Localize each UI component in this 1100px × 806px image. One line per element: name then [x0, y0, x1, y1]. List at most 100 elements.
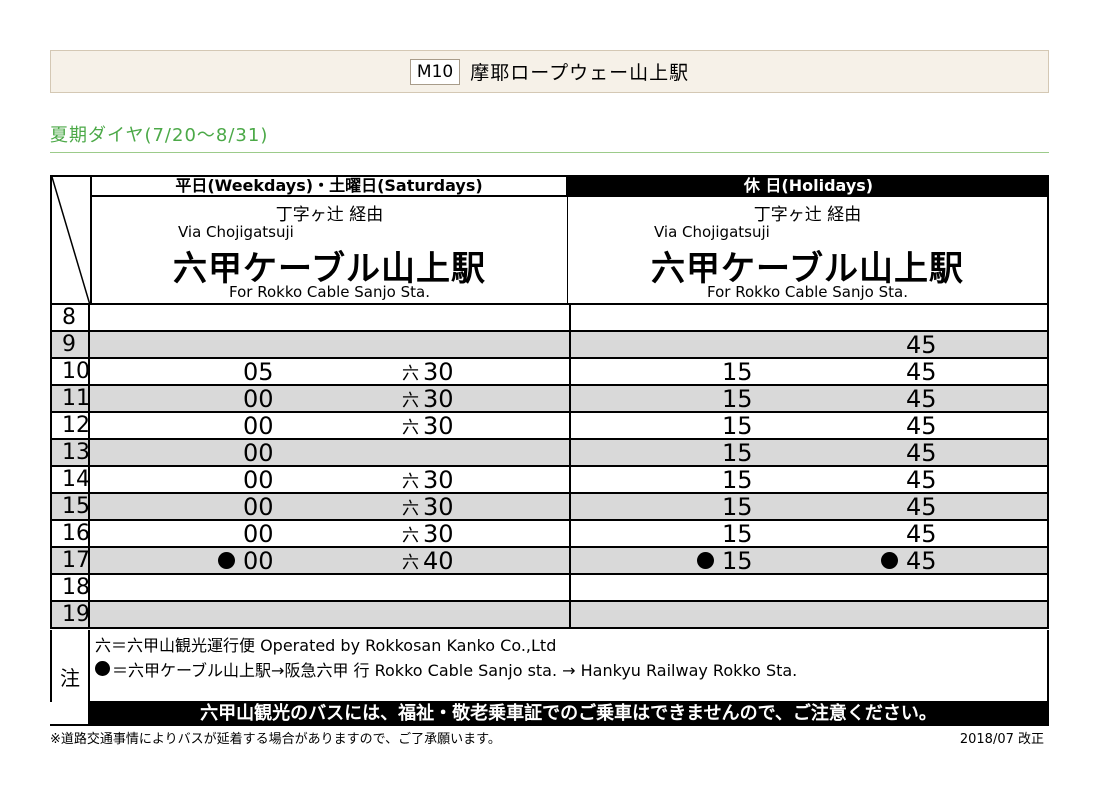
departure-minute: 45: [906, 520, 937, 548]
destination-en: For Rokko Cable Sanjo Sta.: [707, 283, 908, 301]
hour-rows: 8 9 45 10 05 六 30 15 45 11 00 六 30 15 45 12 00 六 30 15 45 13 0…: [50, 305, 1049, 629]
via-jp: 丁字ヶ辻 経由: [753, 205, 862, 225]
dot-icon: [881, 552, 898, 569]
departure-cell: 六 30: [402, 385, 454, 413]
column-divider: [569, 548, 571, 573]
departure-cell: 六 30: [402, 493, 454, 521]
dot-icon: [218, 552, 235, 569]
departure-minute: 30: [423, 520, 454, 548]
departure-cell: 05: [243, 358, 274, 386]
departure-minute: 15: [722, 493, 753, 521]
via-en: Via Chojigatsuji: [178, 223, 294, 241]
departure-minute: 15: [722, 547, 753, 575]
column-divider: [569, 359, 571, 384]
season-title: 夏期ダイヤ(7/20～8/31): [50, 125, 269, 146]
departure-minute: 00: [243, 493, 274, 521]
route-code-badge: M10: [409, 58, 461, 85]
destination-en: For Rokko Cable Sanjo Sta.: [229, 283, 430, 301]
notes-label: 注: [52, 630, 90, 726]
column-divider: [569, 467, 571, 492]
departure-minute: 15: [722, 466, 753, 494]
hour-cell: 8: [52, 305, 90, 330]
departure-minute: 15: [722, 358, 753, 386]
table-row: 16 00 六 30 15 45: [50, 521, 1049, 548]
table-row: 15 00 六 30 15 45: [50, 494, 1049, 521]
departure-cell: 15: [722, 386, 753, 412]
hour-cell: 18: [52, 575, 90, 600]
departure-minute: 15: [722, 412, 753, 440]
warning-banner: 六甲山観光のバスには、福祉・敬老乗車証でのご乗車はできませんので、ご注意ください…: [90, 701, 1049, 726]
rokko-kanko-mark: 六: [402, 391, 419, 411]
dot-icon: [95, 661, 110, 676]
rokko-kanko-mark: 六: [402, 553, 419, 573]
departure-minute: 45: [906, 331, 937, 359]
table-row: 11 00 六 30 15 45: [50, 386, 1049, 413]
departure-cell: 00: [243, 466, 274, 494]
hour-cell: 10: [52, 359, 90, 384]
departure-minute: 00: [243, 547, 274, 575]
footnote: ※道路交通事情によりバスが延着する場合がありますので、ご了承願います。: [50, 732, 501, 747]
departure-minute: 30: [423, 466, 454, 494]
departure-cell: 45: [906, 467, 937, 493]
departure-minute: 45: [906, 439, 937, 467]
table-row: 18: [50, 575, 1049, 602]
departure-minute: 30: [423, 358, 454, 386]
timetable: 平日(Weekdays)・土曜日(Saturdays) 休 日(Holidays…: [50, 175, 1049, 726]
departure-minute: 05: [243, 358, 274, 386]
hour-cell: 9: [52, 332, 90, 357]
season-divider: [50, 152, 1049, 153]
column-divider: [569, 305, 571, 330]
departure-cell: 六 30: [402, 520, 454, 548]
column-divider: [569, 440, 571, 465]
departure-minute: 00: [243, 439, 274, 467]
weekday-column-header: 平日(Weekdays)・土曜日(Saturdays): [90, 175, 568, 197]
rokko-kanko-mark: 六: [402, 364, 419, 384]
station-name: 摩耶ロープウェー山上駅: [470, 62, 690, 84]
departure-cell: 00: [218, 547, 274, 575]
table-row: 14 00 六 30 15 45: [50, 467, 1049, 494]
departure-minute: 40: [423, 547, 454, 575]
rokko-kanko-mark: 六: [402, 526, 419, 546]
column-divider: [569, 494, 571, 519]
departure-cell: 45: [906, 359, 937, 385]
departure-cell: 45: [906, 331, 937, 359]
holiday-destination: 丁字ヶ辻 経由 Via Chojigatsuji 六甲ケーブル山上駅 For R…: [568, 197, 1049, 305]
departure-minute: 30: [423, 385, 454, 413]
table-row: 12 00 六 30 15 45: [50, 413, 1049, 440]
departure-minute: 15: [722, 439, 753, 467]
departure-minute: 00: [243, 385, 274, 413]
departure-cell: 00: [243, 412, 274, 440]
departure-minute: 45: [906, 385, 937, 413]
via-jp: 丁字ヶ辻 経由: [275, 205, 384, 225]
table-row: 8: [50, 305, 1049, 332]
corner-diagonal: [51, 176, 91, 306]
hour-cell: 14: [52, 467, 90, 492]
departure-minute: 00: [243, 466, 274, 494]
departure-minute: 30: [423, 493, 454, 521]
departure-cell: 15: [722, 358, 753, 386]
departure-cell: 15: [697, 547, 753, 575]
departure-cell: 六 30: [402, 412, 454, 440]
hour-cell: 16: [52, 521, 90, 546]
departure-cell: 15: [722, 412, 753, 440]
station-header: M10 摩耶ロープウェー山上駅: [50, 50, 1049, 93]
departure-cell: 六 40: [402, 547, 454, 575]
table-row: 10 05 六 30 15 45: [50, 359, 1049, 386]
table-row: 9 45: [50, 332, 1049, 359]
dot-icon: [697, 552, 714, 569]
departure-cell: 00: [243, 385, 274, 413]
departure-minute: 30: [423, 412, 454, 440]
note-dot-text: ＝六甲ケーブル山上駅→阪急六甲 行 Rokko Cable Sanjo sta.…: [112, 661, 798, 680]
hour-cell: 15: [52, 494, 90, 519]
departure-cell: 15: [722, 493, 753, 521]
departure-cell: 00: [243, 493, 274, 521]
revision-date: 2018/07 改正: [959, 732, 1044, 747]
hour-cell: 19: [52, 602, 90, 627]
departure-minute: 00: [243, 412, 274, 440]
departure-cell: 45: [906, 520, 937, 548]
column-divider: [569, 413, 571, 438]
corner-cell: [50, 175, 91, 306]
departure-cell: 15: [722, 521, 753, 547]
departure-cell: 15: [722, 466, 753, 494]
departure-cell: 六 30: [402, 358, 454, 386]
